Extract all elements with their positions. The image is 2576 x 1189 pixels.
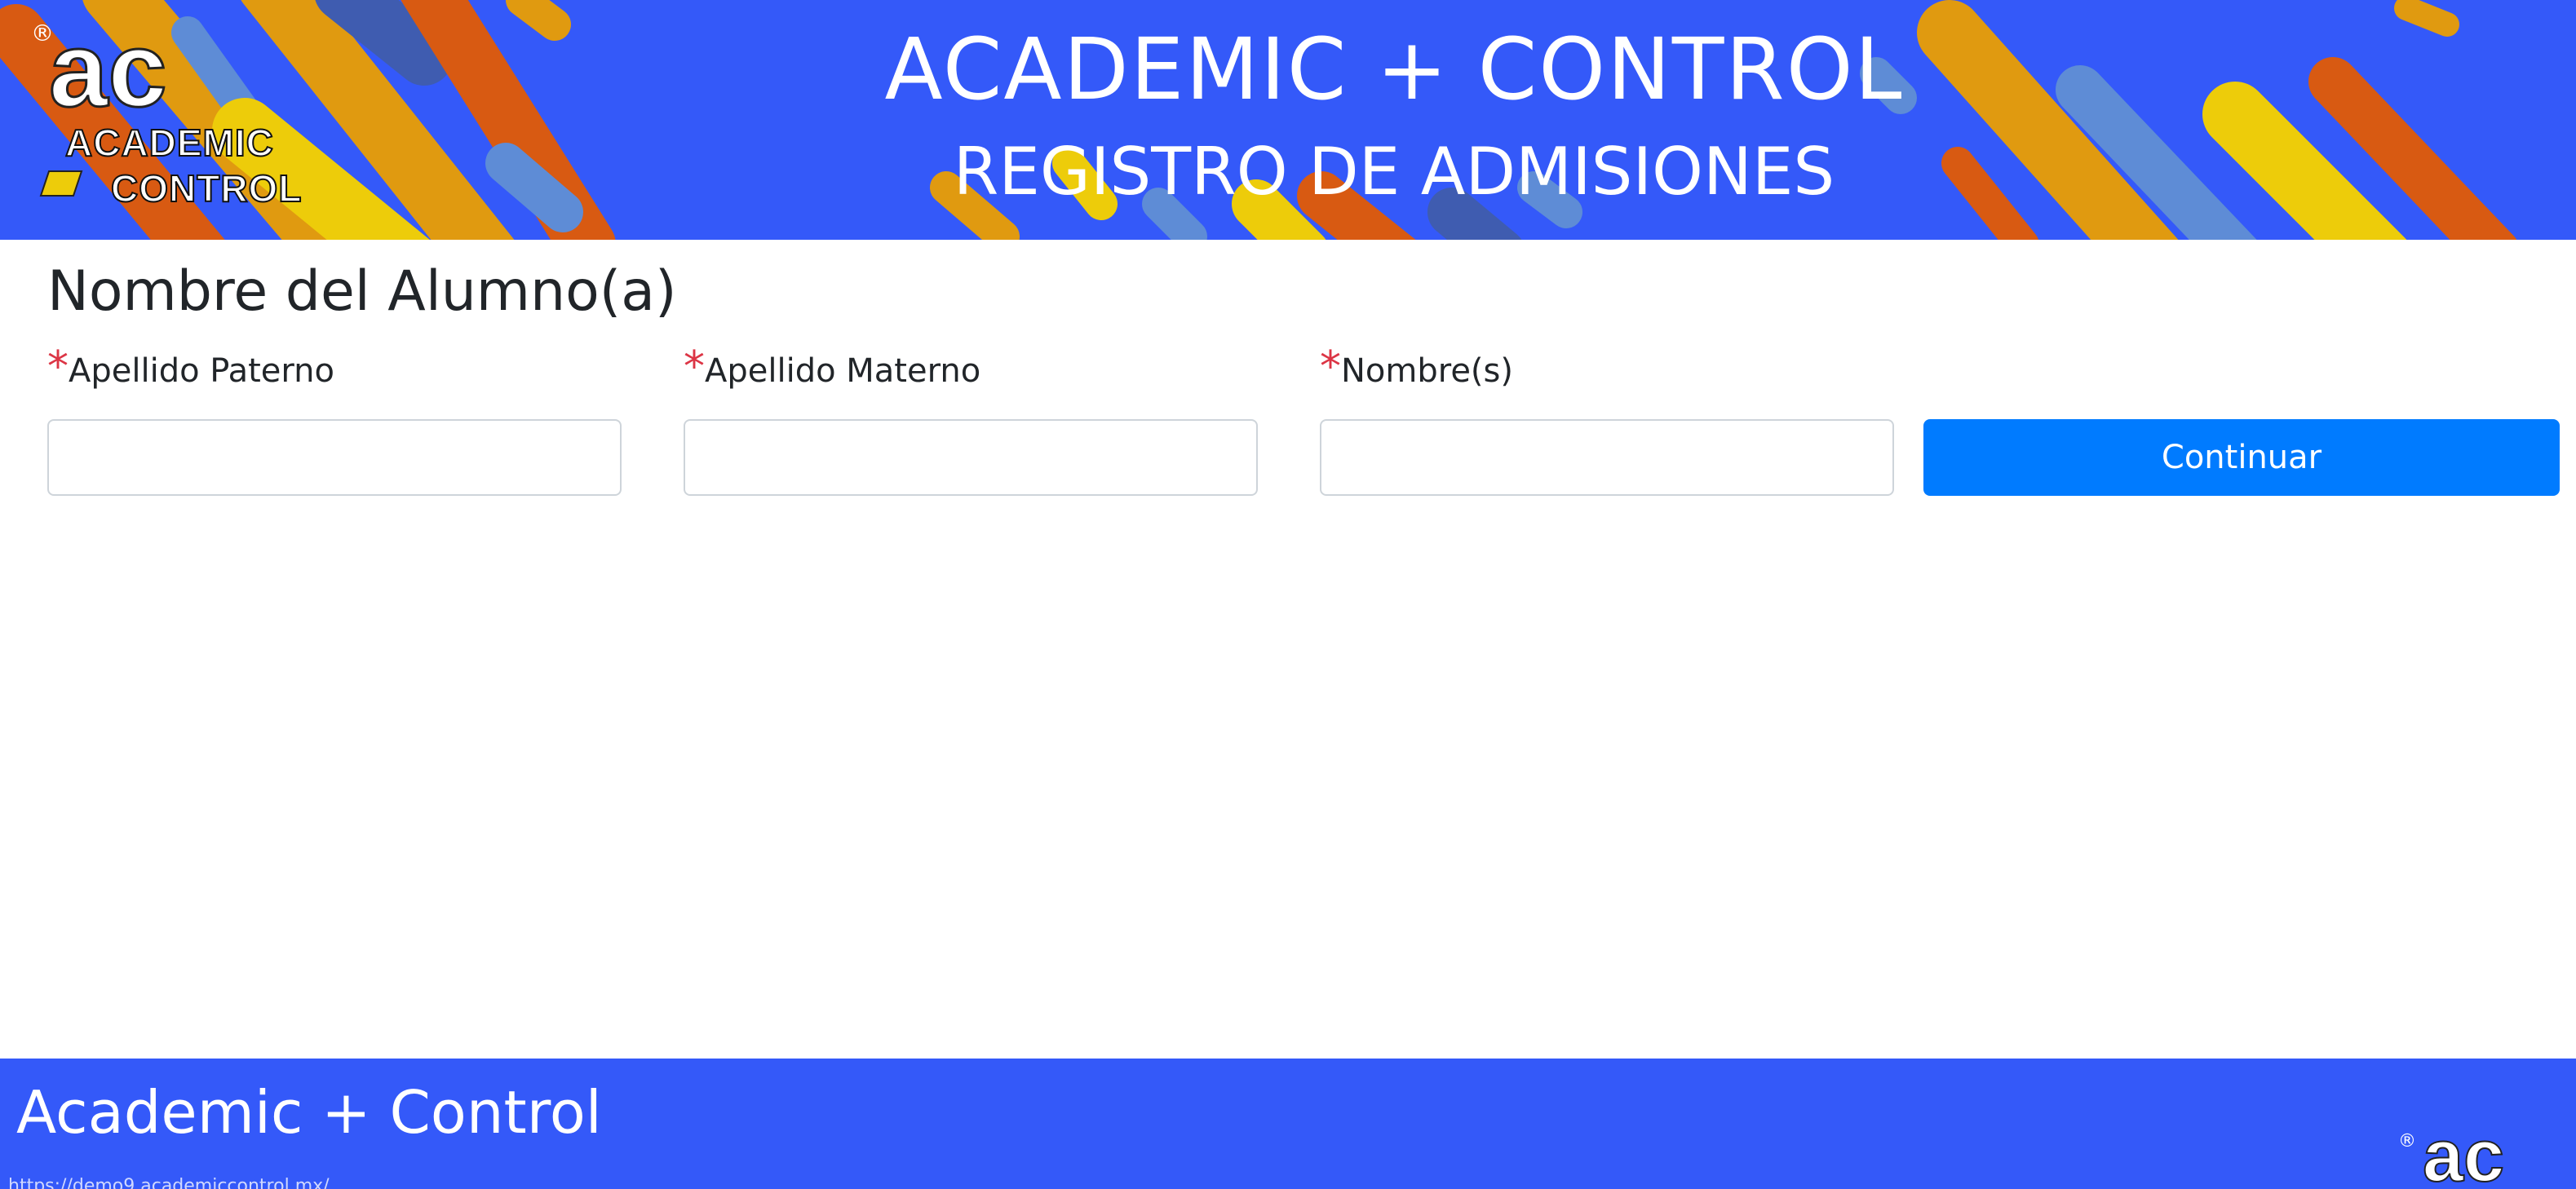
footer-url[interactable]: https://demo9.academiccontrol.mx/: [8, 1176, 330, 1189]
apellido-paterno-input[interactable]: [47, 419, 622, 496]
section-title: Nombre del Alumno(a): [47, 259, 677, 324]
required-mark: *: [47, 343, 69, 391]
label-nombres: *Nombre(s): [1320, 346, 1513, 390]
label-text: Apellido Paterno: [69, 352, 334, 390]
label-text: Nombre(s): [1341, 352, 1513, 390]
required-mark: *: [1320, 343, 1341, 391]
svg-text:ac: ac: [2423, 1124, 2504, 1189]
page-title: ACADEMIC + CONTROL: [884, 20, 1904, 119]
label-text: Apellido Materno: [705, 352, 981, 390]
label-apellido-materno: *Apellido Materno: [684, 346, 981, 390]
label-apellido-paterno: *Apellido Paterno: [47, 346, 334, 390]
footer-ac-logo-icon: ac ®: [2398, 1124, 2505, 1189]
required-mark: *: [684, 343, 705, 391]
continue-button[interactable]: Continuar: [1923, 419, 2560, 496]
page-subtitle: REGISTRO DE ADMISIONES: [953, 134, 1835, 210]
nombres-input[interactable]: [1320, 419, 1894, 496]
svg-text:®: ®: [2398, 1131, 2416, 1151]
footer: Academic + Control https://demo9.academi…: [0, 1059, 2576, 1189]
apellido-materno-input[interactable]: [684, 419, 1258, 496]
footer-title: Academic + Control: [16, 1078, 602, 1147]
header-banner: ac ® ACADEMIC CONTROL ACADEMIC + CONTROL…: [0, 0, 2576, 240]
